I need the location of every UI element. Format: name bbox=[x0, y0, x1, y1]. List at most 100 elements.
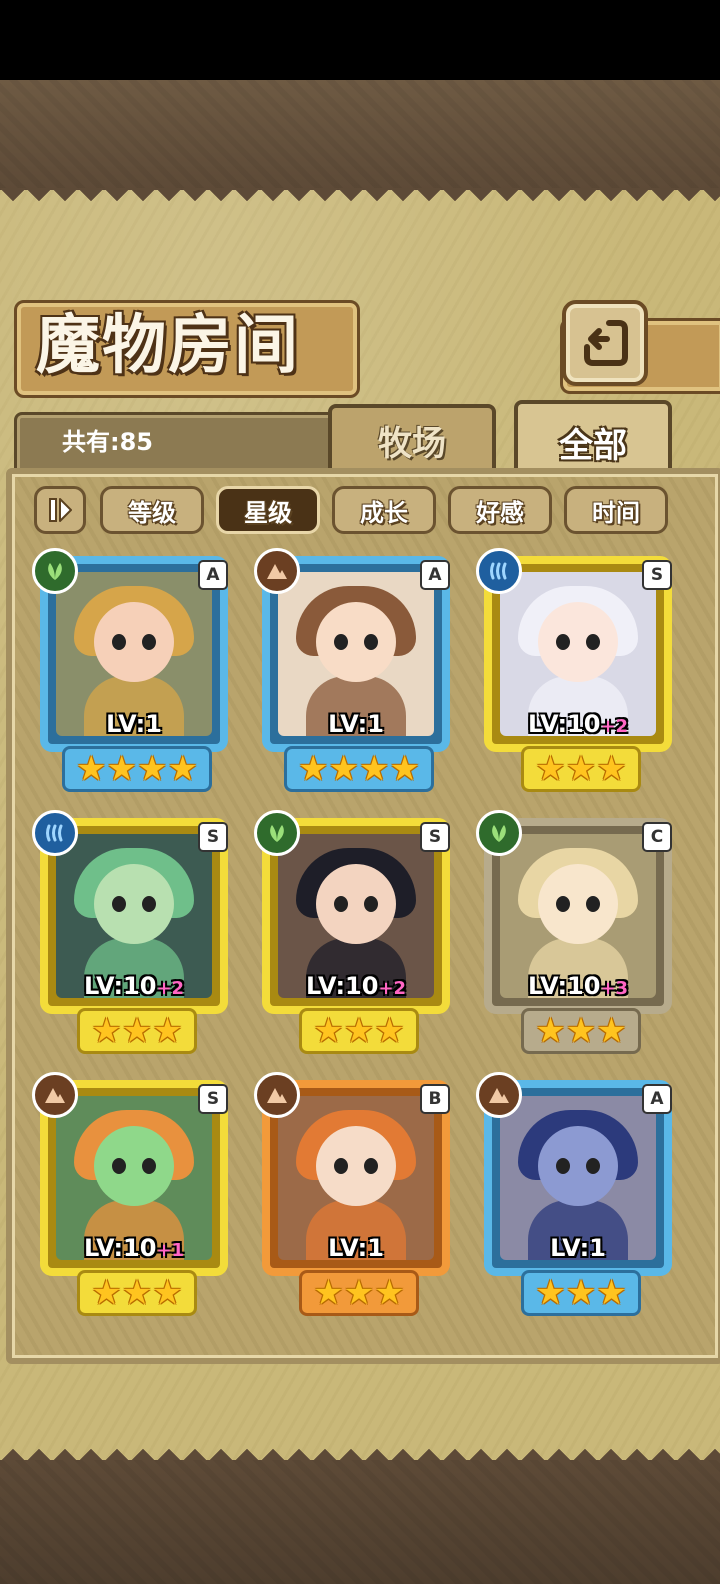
monster-card[interactable]: B LV:1 ★ ★ ★ bbox=[254, 1072, 456, 1316]
level-bonus: +1 bbox=[156, 1240, 185, 1261]
star-icon: ★ bbox=[535, 1011, 566, 1051]
monster-card[interactable]: S LV:10+2 ★ ★ ★ bbox=[476, 548, 678, 792]
star-icon: ★ bbox=[152, 1011, 183, 1051]
map-background-bottom bbox=[0, 1460, 720, 1584]
level-bonus: +2 bbox=[600, 716, 629, 737]
level-value: LV:10 bbox=[83, 972, 157, 1000]
sort-by-stars-button[interactable]: 星级 bbox=[216, 486, 320, 534]
star-icon: ★ bbox=[313, 1011, 344, 1051]
star-icon: ★ bbox=[313, 1273, 344, 1313]
star-icon: ★ bbox=[596, 749, 627, 789]
monster-card[interactable]: A LV:1 ★ ★ ★ ★ bbox=[254, 548, 456, 792]
level-label: LV:10+1 bbox=[34, 1234, 234, 1262]
level-label: LV:10+3 bbox=[478, 972, 678, 1000]
monster-card[interactable]: A LV:1 ★ ★ ★ bbox=[476, 1072, 678, 1316]
star-rating: ★ ★ ★ bbox=[77, 1270, 197, 1316]
rank-badge: S bbox=[420, 822, 450, 852]
rank-badge: S bbox=[198, 1084, 228, 1114]
star-icon: ★ bbox=[374, 1273, 405, 1313]
monster-card[interactable]: S LV:10+2 ★ ★ ★ bbox=[254, 810, 456, 1054]
level-bonus: +3 bbox=[600, 978, 629, 999]
rank-badge: C bbox=[642, 822, 672, 852]
mountain-icon bbox=[254, 548, 300, 594]
rank-badge: A bbox=[642, 1084, 672, 1114]
star-rating: ★ ★ ★ bbox=[299, 1008, 419, 1054]
level-label: LV:10+2 bbox=[34, 972, 234, 1000]
level-value: LV:10 bbox=[527, 972, 601, 1000]
level-label: LV:1 bbox=[478, 1234, 678, 1262]
star-icon: ★ bbox=[91, 1011, 122, 1051]
water-icon bbox=[476, 548, 522, 594]
level-value: LV:1 bbox=[328, 1234, 384, 1262]
rank-badge: S bbox=[198, 822, 228, 852]
sort-by-growth-button[interactable]: 成长 bbox=[332, 486, 436, 534]
level-label: LV:1 bbox=[256, 1234, 456, 1262]
sort-order-toggle[interactable] bbox=[34, 486, 86, 534]
sort-by-affection-button[interactable]: 好感 bbox=[448, 486, 552, 534]
rank-badge: A bbox=[198, 560, 228, 590]
star-icon: ★ bbox=[565, 749, 597, 789]
star-icon: ★ bbox=[106, 749, 137, 789]
level-bonus: +2 bbox=[378, 978, 407, 999]
star-icon: ★ bbox=[565, 1273, 597, 1313]
level-value: LV:1 bbox=[106, 710, 162, 738]
star-icon: ★ bbox=[121, 1011, 153, 1051]
star-icon: ★ bbox=[328, 749, 359, 789]
star-icon: ★ bbox=[167, 749, 198, 789]
leaf-icon bbox=[254, 810, 300, 856]
zigzag-border-top bbox=[0, 188, 720, 214]
star-icon: ★ bbox=[389, 749, 420, 789]
monster-card[interactable]: S LV:10+2 ★ ★ ★ bbox=[32, 810, 234, 1054]
sort-by-level-button[interactable]: 等级 bbox=[100, 486, 204, 534]
star-icon: ★ bbox=[121, 1273, 153, 1313]
star-icon: ★ bbox=[374, 1011, 405, 1051]
zigzag-border-bottom bbox=[0, 1436, 720, 1462]
level-value: LV:10 bbox=[83, 1234, 157, 1262]
status-bar bbox=[0, 0, 720, 80]
level-label: LV:1 bbox=[256, 710, 456, 738]
star-rating: ★ ★ ★ bbox=[521, 1270, 641, 1316]
star-icon: ★ bbox=[76, 749, 107, 789]
star-icon: ★ bbox=[152, 1273, 183, 1313]
star-rating: ★ ★ ★ bbox=[521, 1008, 641, 1054]
level-value: LV:10 bbox=[305, 972, 379, 1000]
page-title: 魔物房间 bbox=[36, 309, 300, 383]
star-icon: ★ bbox=[137, 749, 168, 789]
rank-badge: A bbox=[420, 560, 450, 590]
star-icon: ★ bbox=[343, 1273, 375, 1313]
star-rating: ★ ★ ★ ★ bbox=[62, 746, 212, 792]
water-icon bbox=[32, 810, 78, 856]
star-icon: ★ bbox=[359, 749, 390, 789]
return-arrow-icon bbox=[584, 320, 628, 366]
leaf-icon bbox=[32, 548, 78, 594]
level-label: LV:10+2 bbox=[478, 710, 678, 738]
rank-badge: B bbox=[420, 1084, 450, 1114]
star-icon: ★ bbox=[596, 1273, 627, 1313]
monster-card[interactable]: S LV:10+1 ★ ★ ★ bbox=[32, 1072, 234, 1316]
star-rating: ★ ★ ★ bbox=[521, 746, 641, 792]
star-icon: ★ bbox=[596, 1011, 627, 1051]
monster-card[interactable]: A LV:1 ★ ★ ★ ★ bbox=[32, 548, 234, 792]
monster-card[interactable]: C LV:10+3 ★ ★ ★ bbox=[476, 810, 678, 1054]
star-icon: ★ bbox=[91, 1273, 122, 1313]
map-background-top bbox=[0, 80, 720, 190]
mountain-icon bbox=[476, 1072, 522, 1118]
monster-count: 共有:85 bbox=[62, 428, 153, 456]
sort-by-time-button[interactable]: 时间 bbox=[564, 486, 668, 534]
level-label: LV:1 bbox=[34, 710, 234, 738]
star-icon: ★ bbox=[343, 1011, 375, 1051]
star-rating: ★ ★ ★ bbox=[77, 1008, 197, 1054]
star-rating: ★ ★ ★ bbox=[299, 1270, 419, 1316]
mountain-icon bbox=[32, 1072, 78, 1118]
sort-toggle-icon bbox=[49, 498, 72, 522]
star-icon: ★ bbox=[298, 749, 329, 789]
mountain-icon bbox=[254, 1072, 300, 1118]
star-rating: ★ ★ ★ ★ bbox=[284, 746, 434, 792]
level-value: LV:1 bbox=[550, 1234, 606, 1262]
back-button[interactable] bbox=[562, 300, 648, 386]
rank-badge: S bbox=[642, 560, 672, 590]
level-value: LV:1 bbox=[328, 710, 384, 738]
star-icon: ★ bbox=[535, 749, 566, 789]
level-bonus: +2 bbox=[156, 978, 185, 999]
tab-pasture[interactable]: 牧场 bbox=[328, 404, 496, 472]
